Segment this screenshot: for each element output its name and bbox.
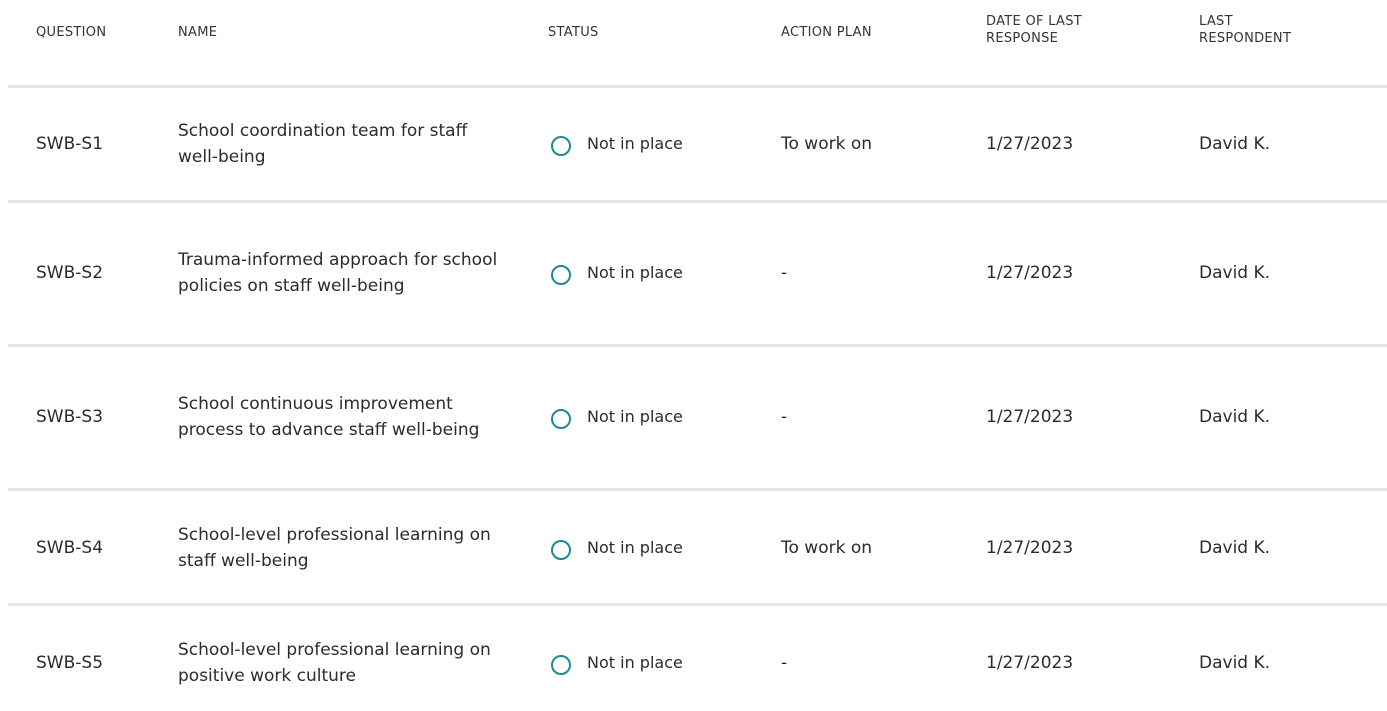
action-plan: - bbox=[781, 407, 788, 427]
question-id: SWB-S1 bbox=[36, 134, 104, 154]
status-indicator[interactable]: Not in place bbox=[551, 535, 683, 561]
date-of-last-response: 1/27/2023 bbox=[986, 407, 1074, 427]
column-header-respondent-line1: LAST bbox=[1199, 14, 1233, 29]
table-row[interactable]: SWB-S3 School continuous improvement pro… bbox=[0, 347, 1387, 488]
table-row[interactable]: SWB-S5 School-level professional learnin… bbox=[0, 606, 1387, 711]
question-name: School-level professional learning on po… bbox=[178, 640, 491, 686]
status-label: Not in place bbox=[587, 653, 683, 672]
column-header-name[interactable]: NAME bbox=[178, 24, 217, 41]
empty-circle-icon bbox=[551, 409, 571, 429]
last-respondent: David K. bbox=[1199, 653, 1271, 673]
status-indicator[interactable]: Not in place bbox=[551, 131, 683, 157]
last-respondent: David K. bbox=[1199, 134, 1271, 154]
date-of-last-response: 1/27/2023 bbox=[986, 538, 1074, 558]
empty-circle-icon bbox=[551, 136, 571, 156]
status-label: Not in place bbox=[587, 538, 683, 557]
last-respondent: David K. bbox=[1199, 263, 1271, 283]
last-respondent: David K. bbox=[1199, 538, 1271, 558]
column-header-respondent-line2: RESPONDENT bbox=[1199, 31, 1292, 46]
status-indicator[interactable]: Not in place bbox=[551, 650, 683, 676]
column-header-action-plan[interactable]: ACTION PLAN bbox=[781, 24, 872, 41]
empty-circle-icon bbox=[551, 655, 571, 675]
column-header-last-respondent[interactable]: LAST RESPONDENT bbox=[1199, 13, 1291, 47]
column-header-date-line1: DATE OF LAST bbox=[986, 14, 1083, 29]
question-id: SWB-S2 bbox=[36, 263, 104, 283]
status-label: Not in place bbox=[587, 263, 683, 282]
question-name: School coordination team for staff well-… bbox=[178, 121, 468, 167]
question-id: SWB-S4 bbox=[36, 538, 104, 558]
action-plan: - bbox=[781, 653, 788, 673]
question-name: Trauma-informed approach for school poli… bbox=[178, 250, 498, 296]
column-header-status[interactable]: STATUS bbox=[548, 24, 599, 41]
date-of-last-response: 1/27/2023 bbox=[986, 134, 1074, 154]
question-name: School-level professional learning on st… bbox=[178, 525, 491, 571]
empty-circle-icon bbox=[551, 265, 571, 285]
empty-circle-icon bbox=[551, 540, 571, 560]
date-of-last-response: 1/27/2023 bbox=[986, 653, 1074, 673]
column-header-date-of-last-response[interactable]: DATE OF LAST RESPONSE bbox=[986, 13, 1082, 47]
date-of-last-response: 1/27/2023 bbox=[986, 263, 1074, 283]
question-id: SWB-S5 bbox=[36, 653, 104, 673]
table-row[interactable]: SWB-S2 Trauma-informed approach for scho… bbox=[0, 203, 1387, 344]
last-respondent: David K. bbox=[1199, 407, 1271, 427]
column-header-date-line2: RESPONSE bbox=[986, 31, 1059, 46]
action-plan: - bbox=[781, 263, 788, 283]
action-plan: To work on bbox=[781, 538, 873, 558]
question-id: SWB-S3 bbox=[36, 407, 104, 427]
table-header: QUESTION NAME STATUS ACTION PLAN DATE OF… bbox=[0, 0, 1387, 86]
action-plan: To work on bbox=[781, 134, 873, 154]
question-name: School continuous improvement process to… bbox=[178, 394, 480, 440]
table-row[interactable]: SWB-S4 School-level professional learnin… bbox=[0, 491, 1387, 603]
column-header-question[interactable]: QUESTION bbox=[36, 24, 106, 41]
status-label: Not in place bbox=[587, 134, 683, 153]
status-indicator[interactable]: Not in place bbox=[551, 404, 683, 430]
table-row[interactable]: SWB-S1 School coordination team for staf… bbox=[0, 88, 1387, 200]
status-indicator[interactable]: Not in place bbox=[551, 260, 683, 286]
status-label: Not in place bbox=[587, 407, 683, 426]
